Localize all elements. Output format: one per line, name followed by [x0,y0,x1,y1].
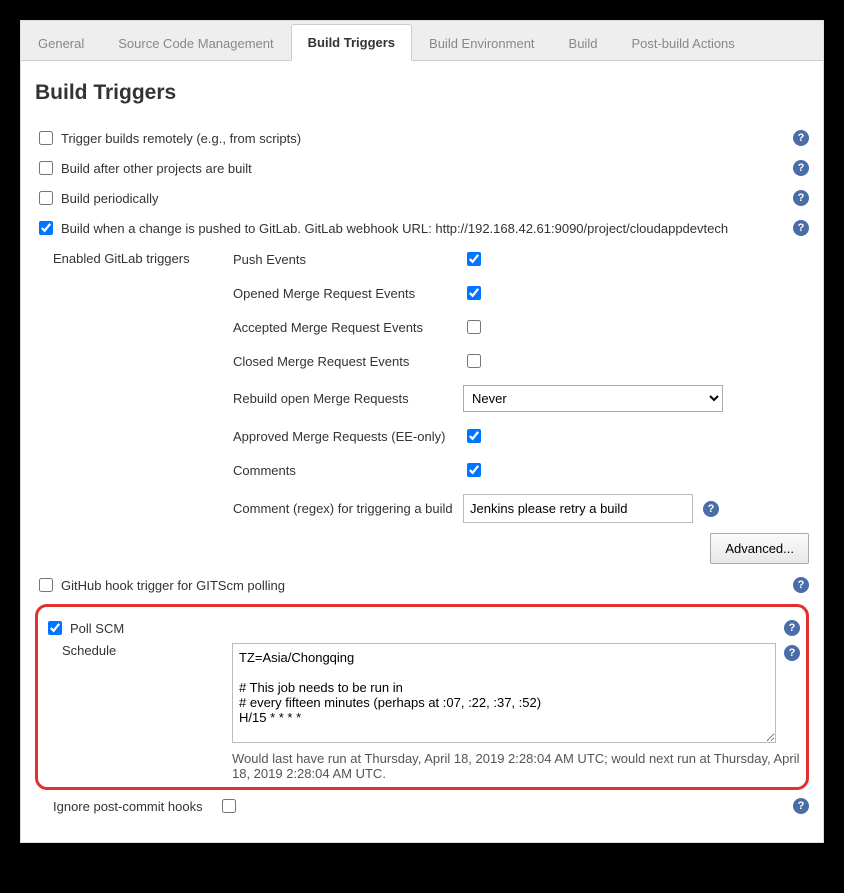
help-icon[interactable]: ? [784,620,800,636]
push-events-checkbox[interactable] [467,252,481,266]
tab-scm[interactable]: Source Code Management [101,25,290,61]
trigger-github-label: GitHub hook trigger for GITScm polling [61,578,787,593]
trigger-gitlab-label: Build when a change is pushed to GitLab.… [61,221,787,236]
page-title: Build Triggers [35,81,809,105]
help-icon[interactable]: ? [703,501,719,517]
comment-regex-input[interactable] [463,494,693,523]
advanced-button[interactable]: Advanced... [710,533,809,564]
push-events-label: Push Events [233,252,463,267]
tab-post-build[interactable]: Post-build Actions [614,25,751,61]
ignore-hooks-row: Ignore post-commit hooks ? [53,790,809,822]
trigger-periodic-row: Build periodically ? [35,183,809,213]
schedule-label: Schedule [62,643,222,658]
help-icon[interactable]: ? [793,577,809,593]
content-area: Build Triggers Trigger builds remotely (… [21,61,823,842]
trigger-periodic-checkbox[interactable] [39,191,53,205]
opened-mr-label: Opened Merge Request Events [233,286,463,301]
schedule-section: Schedule ? Would last have run at Thursd… [62,643,800,781]
schedule-note: Would last have run at Thursday, April 1… [232,749,800,781]
trigger-github-checkbox[interactable] [39,578,53,592]
tab-general[interactable]: General [21,25,101,61]
help-icon[interactable]: ? [793,130,809,146]
trigger-pollscm-row: Poll SCM ? [44,613,800,643]
rebuild-mr-label: Rebuild open Merge Requests [233,391,463,406]
trigger-pollscm-checkbox[interactable] [48,621,62,635]
trigger-after-label: Build after other projects are built [61,161,787,176]
closed-mr-label: Closed Merge Request Events [233,354,463,369]
trigger-periodic-label: Build periodically [61,191,787,206]
accepted-mr-checkbox[interactable] [467,320,481,334]
tab-build-triggers[interactable]: Build Triggers [291,24,412,61]
rebuild-mr-select[interactable]: Never [463,385,723,412]
closed-mr-checkbox[interactable] [467,354,481,368]
config-window: General Source Code Management Build Tri… [20,20,824,843]
approved-mr-label: Approved Merge Requests (EE-only) [233,429,463,444]
opened-mr-checkbox[interactable] [467,286,481,300]
comments-checkbox[interactable] [467,463,481,477]
trigger-pollscm-label: Poll SCM [70,621,778,636]
trigger-after-projects-row: Build after other projects are built ? [35,153,809,183]
ignore-hooks-checkbox[interactable] [222,799,236,813]
help-icon[interactable]: ? [793,190,809,206]
tab-build-env[interactable]: Build Environment [412,25,552,61]
trigger-remote-checkbox[interactable] [39,131,53,145]
comment-regex-label: Comment (regex) for triggering a build [233,501,463,516]
gitlab-triggers-header: Enabled GitLab triggers [53,249,233,266]
gitlab-subsection: Enabled GitLab triggers Push Events Open… [53,243,809,564]
help-icon[interactable]: ? [793,160,809,176]
trigger-gitlab-checkbox[interactable] [39,221,53,235]
ignore-hooks-label: Ignore post-commit hooks [53,799,218,814]
help-icon[interactable]: ? [793,220,809,236]
trigger-after-checkbox[interactable] [39,161,53,175]
poll-scm-highlight: Poll SCM ? Schedule ? Would last have ru… [35,604,809,790]
trigger-gitlab-row: Build when a change is pushed to GitLab.… [35,213,809,243]
trigger-remote-label: Trigger builds remotely (e.g., from scri… [61,131,787,146]
schedule-textarea[interactable] [232,643,776,743]
tab-build[interactable]: Build [552,25,615,61]
help-icon[interactable]: ? [793,798,809,814]
comments-label: Comments [233,463,463,478]
trigger-github-row: GitHub hook trigger for GITScm polling ? [35,570,809,600]
help-icon[interactable]: ? [784,645,800,661]
approved-mr-checkbox[interactable] [467,429,481,443]
trigger-remote-row: Trigger builds remotely (e.g., from scri… [35,123,809,153]
tab-bar: General Source Code Management Build Tri… [21,21,823,61]
accepted-mr-label: Accepted Merge Request Events [233,320,463,335]
